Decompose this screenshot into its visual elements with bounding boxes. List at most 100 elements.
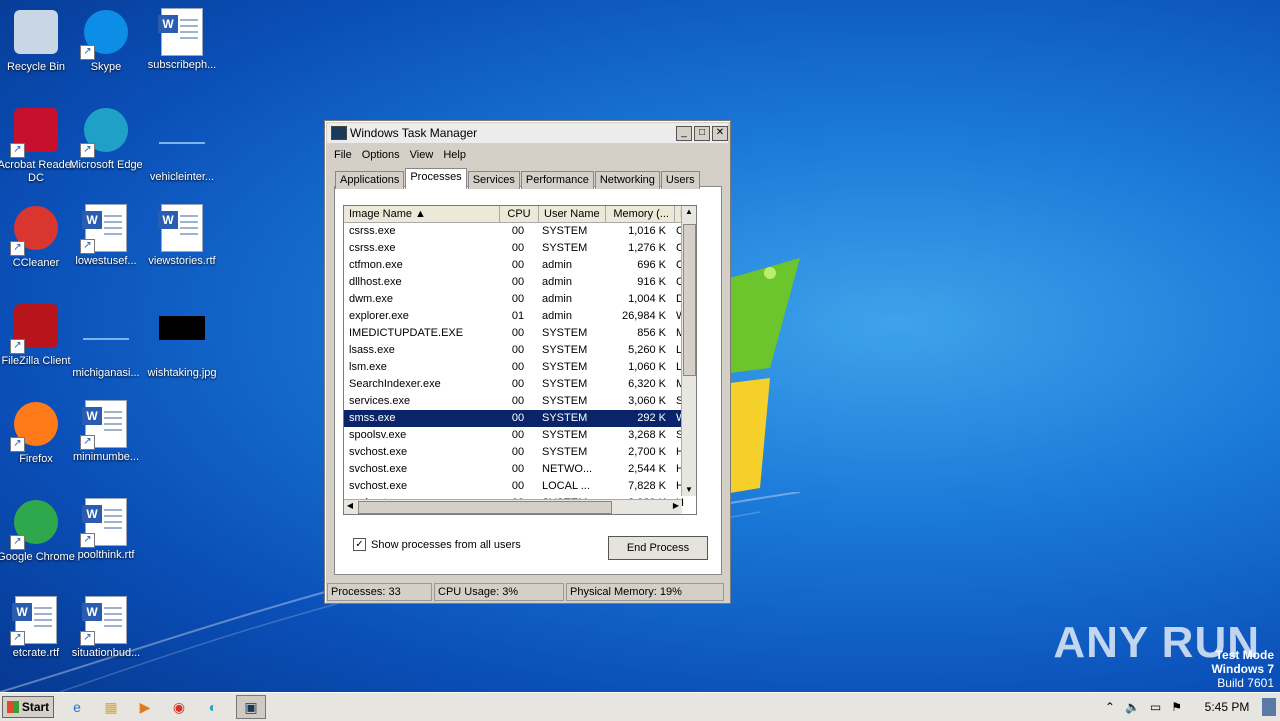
maximize-button[interactable]: □ xyxy=(694,125,710,141)
desktop-icon[interactable]: Wsubscribeph... xyxy=(142,8,222,72)
desktop-icon-label: Recycle Bin xyxy=(6,61,66,73)
horizontal-scroll-thumb[interactable] xyxy=(358,501,612,514)
desktop-icon[interactable]: ↗ Skype xyxy=(66,8,146,74)
tab-applications[interactable]: Applications xyxy=(335,171,405,189)
cell-cpu: 00 xyxy=(511,225,525,237)
desktop-icon[interactable]: vehicleinter... xyxy=(142,106,222,184)
desktop-icon[interactable]: W ↗ minimumbe... xyxy=(66,400,146,464)
scroll-left-icon[interactable]: ◀ xyxy=(344,500,356,512)
desktop-icon[interactable]: ↗ Firefox xyxy=(0,400,76,466)
column-image-name[interactable]: Image Name ▲ xyxy=(344,206,500,222)
word-doc-icon: W ↗ xyxy=(10,596,60,646)
desktop-icon[interactable]: W ↗ etcrate.rtf xyxy=(0,596,76,660)
table-row[interactable]: services.exe00SYSTEM3,060 KSe xyxy=(344,393,696,410)
table-row[interactable]: SearchIndexer.exe00SYSTEM6,320 KM xyxy=(344,376,696,393)
table-row[interactable]: csrss.exe 00 SYSTEM 1,016 KC xyxy=(344,223,696,240)
minimize-button[interactable]: _ xyxy=(676,125,692,141)
column-memory[interactable]: Memory (... xyxy=(606,206,675,222)
show-all-processes-checkbox[interactable]: ✓ Show processes from all users xyxy=(353,538,521,551)
cell-mem: 696 K xyxy=(637,259,666,271)
tab-processes[interactable]: Processes xyxy=(405,168,467,189)
table-row[interactable]: lsm.exe00SYSTEM1,060 KLo xyxy=(344,359,696,376)
desktop-icon[interactable]: W ↗ situationbud... xyxy=(66,596,146,660)
title-bar[interactable]: Windows Task Manager _ □ ✕ xyxy=(327,123,728,143)
checkbox-box[interactable]: ✓ xyxy=(353,538,366,551)
table-row[interactable]: explorer.exe01admin26,984 KW xyxy=(344,308,696,325)
tab-networking[interactable]: Networking xyxy=(594,171,660,189)
desktop-icon[interactable]: Recycle Bin xyxy=(0,8,76,74)
tray-expand-icon[interactable]: ⌃ xyxy=(1105,700,1115,714)
table-row[interactable]: spoolsv.exe00SYSTEM3,268 KSp xyxy=(344,427,696,444)
desktop-icon[interactable]: W ↗ lowestusef... xyxy=(66,204,146,268)
shortcut-arrow-icon: ↗ xyxy=(80,239,95,254)
desktop-icon[interactable]: ↗ Acrobat Reader DC xyxy=(0,106,76,185)
edge-icon: ↗ xyxy=(80,108,130,158)
desktop-icon[interactable]: michiganasi... xyxy=(66,302,146,380)
scroll-down-icon[interactable]: ▼ xyxy=(683,484,695,496)
cell-user: SYSTEM xyxy=(542,225,588,237)
process-list[interactable]: Image Name ▲ CPU User Name Memory (... D… xyxy=(343,205,697,515)
menu-help[interactable]: Help xyxy=(438,147,471,163)
menu-options[interactable]: Options xyxy=(357,147,405,163)
desktop-icon[interactable]: ↗ Microsoft Edge xyxy=(66,106,146,172)
task-manager-taskbar-icon[interactable]: ▣ xyxy=(236,695,266,719)
task-manager-icon xyxy=(331,126,347,140)
cell-cpu: 00 xyxy=(511,480,525,492)
show-desktop-button[interactable] xyxy=(1262,698,1276,716)
table-row[interactable]: dwm.exe 00 admin 1,004 KD xyxy=(344,291,696,308)
status-bar: Processes: 33 CPU Usage: 3% Physical Mem… xyxy=(327,583,728,601)
desktop-icon[interactable]: ↗ Google Chrome xyxy=(0,498,76,564)
table-row[interactable]: svchost.exe 00 NETWO... 2,544 KH xyxy=(344,461,696,478)
table-row[interactable]: ctfmon.exe 00 admin 696 KC xyxy=(344,257,696,274)
volume-icon[interactable]: 🔈 xyxy=(1125,700,1140,714)
table-row[interactable]: csrss.exe 00 SYSTEM 1,276 KC xyxy=(344,240,696,257)
column-cpu[interactable]: CPU xyxy=(500,206,539,222)
desktop-icon-label: Firefox xyxy=(19,453,53,465)
table-row[interactable]: svchost.exe 00 SYSTEM 2,700 KH xyxy=(344,444,696,461)
menu-file[interactable]: File xyxy=(329,147,357,163)
shortcut-arrow-icon: ↗ xyxy=(80,143,95,158)
desktop-icon[interactable]: ↗ FileZilla Client xyxy=(0,302,76,368)
start-button[interactable]: Start xyxy=(2,696,54,718)
cell-cpu: 00 xyxy=(511,412,525,424)
tab-users[interactable]: Users xyxy=(660,171,700,189)
table-row[interactable]: svchost.exe 00 LOCAL ... 7,828 KH xyxy=(344,478,696,495)
vertical-scroll-thumb[interactable] xyxy=(683,224,696,376)
scroll-up-icon[interactable]: ▲ xyxy=(683,206,695,218)
scroll-right-icon[interactable]: ▶ xyxy=(670,500,682,512)
column-user-name[interactable]: User Name xyxy=(539,206,606,222)
table-row[interactable]: smss.exe00SYSTEM292 KW xyxy=(344,410,696,427)
desktop-icon[interactable]: Wviewstories.rtf xyxy=(142,204,222,268)
menu-view[interactable]: View xyxy=(405,147,439,163)
desktop-icon[interactable]: ↗ CCleaner xyxy=(0,204,76,270)
table-row[interactable]: IMEDICTUPDATE.EXE00SYSTEM856 KM xyxy=(344,325,696,342)
table-row[interactable]: dllhost.exe 00 admin 916 KC xyxy=(344,274,696,291)
clock[interactable]: 5:45 PM xyxy=(1192,700,1262,714)
process-rows: csrss.exe 00 SYSTEM 1,016 K Ccsrss.exe 00 SYST… xyxy=(344,223,696,512)
close-button[interactable]: ✕ xyxy=(712,125,728,141)
chrome-icon[interactable]: ◉ xyxy=(168,696,190,718)
table-row[interactable]: lsass.exe00SYSTEM5,260 KLo xyxy=(344,342,696,359)
cell-cpu: 00 xyxy=(511,395,525,407)
vertical-scrollbar[interactable]: ▲ ▼ xyxy=(681,206,696,496)
network-icon[interactable]: ▭ xyxy=(1150,700,1161,714)
action-center-flag-icon[interactable]: ⚑ xyxy=(1171,700,1182,714)
cell-cpu: 01 xyxy=(511,310,525,322)
windows-flag-icon xyxy=(6,701,19,713)
end-process-button[interactable]: End Process xyxy=(608,536,708,560)
cell-name: lsm.exe xyxy=(349,361,387,373)
explorer-icon[interactable]: ▦ xyxy=(100,696,122,718)
ie-icon[interactable]: e xyxy=(66,696,88,718)
tab-performance[interactable]: Performance xyxy=(520,171,594,189)
horizontal-scrollbar[interactable]: ◀ ▶ xyxy=(344,499,682,514)
media-player-icon[interactable]: ▶ xyxy=(134,696,156,718)
cell-user: SYSTEM xyxy=(542,429,588,441)
tab-services[interactable]: Services xyxy=(467,171,520,189)
cell-mem: 1,016 K xyxy=(628,225,666,237)
chrome-icon: ↗ xyxy=(10,500,60,550)
desktop-icon[interactable]: W ↗ poolthink.rtf xyxy=(66,498,146,562)
desktop-icon[interactable]: wishtaking.jpg xyxy=(142,302,222,380)
sort-ascending-icon: ▲ xyxy=(415,208,426,220)
edge-icon[interactable]: ◐ xyxy=(202,696,224,718)
task-manager-window[interactable]: Windows Task Manager _ □ ✕ File Options … xyxy=(324,120,731,604)
